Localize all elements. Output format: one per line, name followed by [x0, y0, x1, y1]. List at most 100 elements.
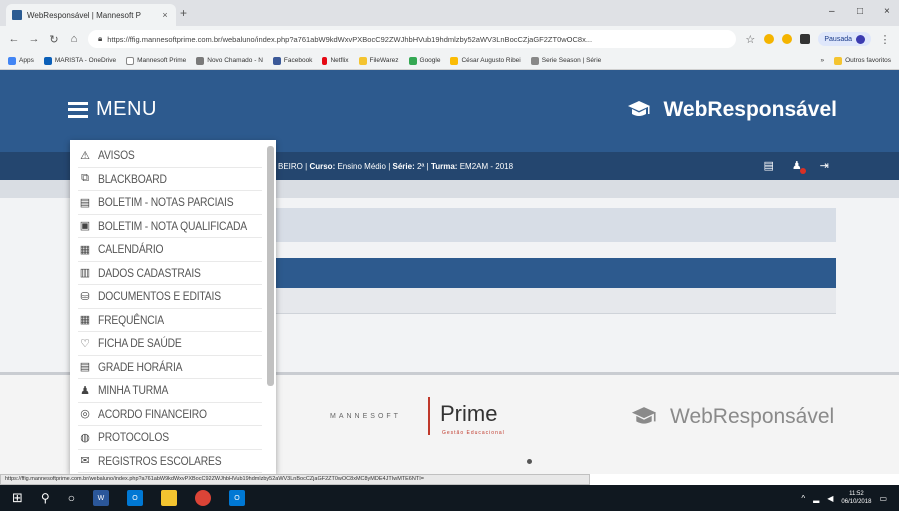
browser-tab-strip: WebResponsável | Mannesoft P × + – □ × — [0, 0, 899, 26]
menu-item[interactable]: ▤ BOLETIM - NOTAS PARCIAIS — [78, 191, 262, 215]
grid-icon — [450, 56, 459, 65]
windows-start-icon[interactable]: ⊞ — [12, 490, 23, 506]
user-actions: ▤ ♟ ⇥ — [764, 159, 829, 174]
tab-close-icon[interactable]: × — [160, 10, 170, 20]
outlook-app-icon-2[interactable]: O — [228, 490, 245, 506]
bookmark-mannesoft[interactable]: Mannesoft Prime — [126, 56, 186, 65]
more-bookmarks-button[interactable]: » — [820, 57, 824, 65]
system-clock[interactable]: 11:52 06/10/2018 — [841, 490, 871, 506]
menu-item-label: CALENDÁRIO — [98, 242, 164, 257]
extension-icon[interactable] — [764, 34, 775, 44]
facebook-icon — [272, 56, 281, 65]
other-bookmarks-folder[interactable]: Outros favoritos — [834, 56, 891, 65]
menu-item-label: GRADE HORÁRIA — [98, 359, 183, 374]
bookmarks-bar: Apps MARISTA - OneDrive Mannesoft Prime … — [0, 52, 899, 70]
menu-item-label: DADOS CADASTRAIS — [98, 265, 201, 280]
lock-icon: 🔒︎ — [98, 34, 103, 43]
bookmark-netflix[interactable]: Netflix — [322, 56, 349, 65]
menu-item[interactable]: ⛁ DOCUMENTOS E EDITAIS — [78, 285, 262, 309]
address-url: https://ffig.mannesoftprime.com.br/webal… — [107, 34, 593, 44]
menu-item[interactable]: ⧉ BLACKBOARD — [78, 168, 262, 191]
extension-icon-3[interactable] — [800, 34, 811, 44]
profile-button[interactable]: Pausada — [818, 32, 871, 46]
menu-item-icon: ⚠ — [80, 149, 90, 162]
new-tab-button[interactable]: + — [180, 6, 187, 20]
home-icon[interactable]: ⌂ — [68, 33, 80, 45]
file-icon — [358, 56, 367, 65]
reload-icon[interactable]: ↻ — [48, 33, 60, 46]
google-icon — [408, 56, 417, 65]
menu-item[interactable]: ⚠ AVISOS — [78, 144, 262, 168]
browser-tab[interactable]: WebResponsável | Mannesoft P × — [6, 4, 176, 26]
bookmark-apps[interactable]: Apps — [8, 56, 34, 65]
menu-item[interactable]: ▣ BOLETIM - NOTA QUALIFICADA — [78, 215, 262, 238]
menu-item-label: BLACKBOARD — [98, 171, 167, 186]
folder-icon — [834, 56, 843, 65]
calendar-icon[interactable]: ▤ — [764, 159, 774, 172]
menu-item[interactable]: ▤ GRADE HORÁRIA — [78, 356, 262, 379]
menu-item[interactable]: ▦ FREQUÊNCIA — [78, 309, 262, 332]
menu-item-icon: ▤ — [79, 196, 91, 209]
gear-icon — [196, 56, 205, 65]
file-explorer-icon[interactable] — [160, 490, 177, 506]
footer-brand-name: WebResponsável — [670, 405, 835, 428]
menu-item-label: REGISTROS ESCOLARES — [98, 453, 222, 468]
brand-logo: WebResponsável — [627, 98, 837, 122]
menu-item[interactable]: ▥ DADOS CADASTRAIS — [78, 262, 262, 285]
menu-item-label: BOLETIM - NOTA QUALIFICADA — [98, 218, 248, 233]
extension-icon-2[interactable] — [782, 34, 793, 44]
bookmark-chamado[interactable]: Novo Chamado - N — [196, 56, 263, 65]
graduation-cap-icon — [631, 407, 657, 424]
back-arrow-icon[interactable]: ← — [8, 33, 20, 45]
bookmark-onedrive[interactable]: MARISTA - OneDrive — [43, 56, 116, 65]
close-window-button[interactable]: × — [884, 6, 890, 17]
student-info: BEIRO | Curso: Ensino Médio | Série: 2ª … — [278, 162, 514, 171]
prime-divider — [428, 397, 430, 435]
link-status-bar: https://ffig.mannesoftprime.com.br/webal… — [0, 474, 590, 485]
menu-item[interactable]: ◎ ACORDO FINANCEIRO — [78, 403, 262, 426]
tray-chevron-icon[interactable]: ^ — [801, 494, 805, 503]
menu-button[interactable]: MENU — [68, 98, 157, 121]
bookmark-star-icon[interactable]: ☆ — [744, 33, 756, 46]
bookmark-google[interactable]: Google — [408, 56, 440, 65]
windows-taskbar: ⊞ ⚲ ○ W O O ^ ▂ ◀ 11:52 06/10/2018 ▭ — [0, 485, 899, 511]
menu-item[interactable]: ✉ REGISTROS ESCOLARES — [78, 450, 262, 473]
minimize-button[interactable]: – — [829, 6, 835, 17]
menu-item[interactable]: ◍ PROTOCOLOS — [78, 426, 262, 450]
menu-item-icon: ⧉ — [81, 172, 89, 185]
avatar — [856, 34, 865, 44]
notifications-icon[interactable]: ▭ — [879, 494, 887, 503]
search-icon[interactable]: ⚲ — [41, 491, 50, 505]
menu-item-label: AVISOS — [98, 148, 135, 163]
menu-item-icon: ♡ — [80, 337, 90, 350]
menu-list: ⚠ AVISOS ⧉ BLACKBOARD ▤ BOLETIM - NOTAS PARCI… — [70, 140, 276, 473]
users-notification-icon[interactable]: ♟ — [792, 159, 806, 174]
word-app-icon[interactable]: W — [92, 490, 109, 506]
graduation-cap-icon — [628, 101, 651, 116]
cloud-icon — [43, 56, 52, 65]
chrome-app-icon[interactable] — [194, 490, 211, 506]
bookmark-serie[interactable]: Serie Season | Série — [530, 56, 601, 65]
menu-item[interactable]: ▦ CALENDÁRIO — [78, 238, 262, 262]
forward-arrow-icon[interactable]: → — [28, 33, 40, 45]
task-view-icon[interactable]: ○ — [68, 491, 75, 505]
volume-icon[interactable]: ◀ — [827, 494, 833, 503]
bookmark-filewarez[interactable]: FileWarez — [358, 56, 399, 65]
menu-scrollbar[interactable] — [267, 146, 274, 386]
menu-item-label: FICHA DE SAÚDE — [98, 336, 182, 351]
menu-item[interactable]: ♟ MINHA TURMA — [78, 379, 262, 403]
menu-item-label: FREQUÊNCIA — [98, 312, 164, 327]
browser-menu-icon[interactable]: ⋮ — [879, 33, 891, 46]
maximize-button[interactable]: □ — [857, 6, 863, 17]
footer-brand-logo: WebResponsável — [630, 405, 834, 429]
outlook-app-icon[interactable]: O — [126, 490, 143, 506]
bookmark-facebook[interactable]: Facebook — [272, 56, 312, 65]
network-icon[interactable]: ▂ — [813, 494, 819, 503]
address-bar[interactable]: 🔒︎ https://ffig.mannesoftprime.com.br/we… — [88, 30, 737, 48]
logout-icon[interactable]: ⇥ — [820, 159, 829, 172]
brand-name: WebResponsável — [663, 98, 837, 121]
netflix-icon — [322, 56, 328, 65]
menu-item[interactable]: ♡ FICHA DE SAÚDE — [78, 332, 262, 356]
bookmark-cesar[interactable]: César Augusto Ribei — [450, 56, 521, 65]
menu-item-label: MINHA TURMA — [98, 383, 169, 398]
